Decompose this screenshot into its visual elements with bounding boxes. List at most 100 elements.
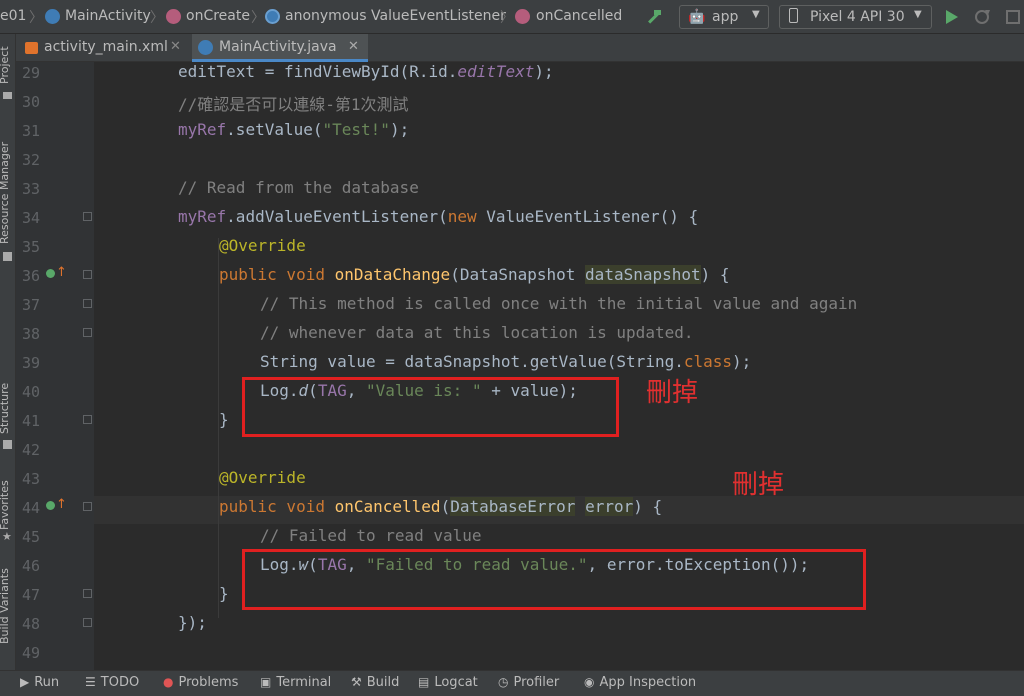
tab-activity-main-xml[interactable]: activity_main.xml ✕	[20, 34, 190, 62]
hammer-icon[interactable]	[645, 8, 663, 26]
breadcrumb-oncancelled[interactable]: onCancelled	[536, 8, 622, 24]
todo-icon: ☰	[85, 675, 96, 689]
line-number: 30	[21, 93, 40, 111]
tab-label: MainActivity.java	[219, 39, 337, 55]
device-select[interactable]: Pixel 4 API 30 ▼	[779, 5, 932, 29]
code-line-37: // This method is called once with the i…	[260, 294, 858, 313]
xml-file-icon	[25, 42, 38, 54]
tool-resource-manager[interactable]: Resource Manager	[0, 142, 11, 244]
line-number: 47	[21, 586, 40, 604]
device-icon	[789, 8, 798, 23]
breadcrumb-separator: 〉	[500, 10, 514, 26]
tool-run[interactable]: ▶ Run	[20, 675, 59, 690]
code-line-38: // whenever data at this location is upd…	[260, 323, 694, 342]
line-number: 38	[21, 325, 40, 343]
apply-changes-icon[interactable]	[973, 8, 991, 26]
tab-label: activity_main.xml	[44, 39, 168, 55]
method-icon	[166, 9, 181, 24]
resource-icon	[3, 252, 12, 261]
tab-mainactivity-java[interactable]: MainActivity.java ✕	[192, 34, 368, 62]
fold-icon[interactable]	[83, 270, 92, 279]
run-icon: ▶	[20, 675, 30, 689]
apply-code-changes-icon[interactable]	[1004, 8, 1022, 26]
build-icon: ⚒	[351, 675, 362, 689]
delete-annotation: 刪掉	[732, 470, 785, 500]
tool-window-bar: ▶ Run ☰ TODO ● Problems ▣ Terminal ⚒ Build ▤ L…	[0, 670, 1024, 696]
device-label: Pixel 4 API 30	[810, 9, 905, 25]
star-icon: ★	[2, 530, 12, 543]
fold-icon[interactable]	[83, 328, 92, 337]
override-marker-icon[interactable]	[46, 501, 55, 510]
tool-build[interactable]: ⚒ Build	[351, 675, 399, 690]
tool-terminal[interactable]: ▣ Terminal	[260, 675, 331, 690]
code-editor[interactable]: 29 30 31 32 33 34 35 36 37 38 39 40 41 4…	[16, 62, 1024, 670]
fold-icon[interactable]	[83, 618, 92, 627]
fold-icon[interactable]	[83, 299, 92, 308]
breadcrumb-separator: 〉	[251, 10, 265, 26]
chevron-down-icon: ▼	[914, 9, 922, 20]
breadcrumb-mainactivity[interactable]: MainActivity	[65, 8, 151, 24]
close-icon[interactable]: ✕	[170, 39, 181, 54]
line-number: 45	[21, 528, 40, 546]
line-number: 44	[21, 499, 40, 517]
arrow-up-icon: ↑	[56, 265, 67, 280]
run-config-label: app	[712, 9, 739, 25]
code-line-36: public void onDataChange(DataSnapshot da…	[219, 265, 730, 284]
app-inspection-icon: ◉	[584, 675, 595, 689]
chevron-down-icon: ▼	[752, 9, 760, 20]
line-number: 34	[21, 209, 40, 227]
tool-profiler[interactable]: ◷ Profiler	[498, 675, 559, 690]
delete-highlight-box	[242, 377, 619, 437]
tool-app-inspection[interactable]: ◉ App Inspection	[584, 675, 696, 690]
folder-icon	[3, 92, 12, 99]
left-tool-strip: Project Resource Manager Structure Favor…	[0, 34, 16, 670]
line-number: 37	[21, 296, 40, 314]
delete-highlight-box	[242, 549, 866, 610]
close-icon[interactable]: ✕	[348, 39, 359, 54]
line-number: 32	[21, 151, 40, 169]
code-line-41: }	[219, 410, 229, 429]
terminal-icon: ▣	[260, 675, 272, 689]
fold-icon[interactable]	[83, 415, 92, 424]
problems-icon: ●	[163, 675, 174, 689]
tool-build-variants[interactable]: Build Variants	[0, 568, 11, 644]
breadcrumb-separator: 〉	[150, 10, 164, 26]
tool-favorites[interactable]: Favorites	[0, 480, 11, 530]
tool-problems[interactable]: ● Problems	[163, 675, 238, 690]
line-number: 49	[21, 644, 40, 662]
line-number: 46	[21, 557, 40, 575]
fold-icon[interactable]	[83, 589, 92, 598]
code-line-44: public void onCancelled(DatabaseError er…	[219, 497, 663, 516]
breadcrumb-anonymous-listener[interactable]: anonymous ValueEventListener	[285, 8, 506, 24]
fold-icon[interactable]	[83, 502, 92, 511]
code-line-48: });	[178, 613, 207, 632]
code-line-45: // Failed to read value	[260, 526, 482, 545]
breadcrumb-project[interactable]: e01	[0, 8, 26, 24]
code-line-39: String value = dataSnapshot.getValue(Str…	[260, 352, 752, 371]
line-number: 43	[21, 470, 40, 488]
breadcrumb-separator: 〉	[29, 10, 43, 26]
code-line-34: myRef.addValueEventListener(new ValueEve…	[178, 207, 699, 226]
class-icon	[45, 9, 60, 24]
navigation-bar: e01 〉 MainActivity 〉 onCreate 〉 anonymou…	[0, 0, 1024, 34]
tool-project[interactable]: Project	[0, 46, 11, 84]
run-config-select[interactable]: 🤖 app ▼	[679, 5, 769, 29]
method-icon	[515, 9, 530, 24]
fold-icon[interactable]	[83, 212, 92, 221]
line-number: 29	[21, 64, 40, 82]
line-number: 48	[21, 615, 40, 633]
code-line-47: }	[219, 584, 229, 603]
profiler-icon: ◷	[498, 675, 509, 689]
tool-todo[interactable]: ☰ TODO	[85, 675, 139, 690]
breadcrumb-oncreate[interactable]: onCreate	[186, 8, 250, 24]
line-number: 35	[21, 238, 40, 256]
tool-logcat[interactable]: ▤ Logcat	[418, 675, 478, 690]
tool-structure[interactable]: Structure	[0, 383, 11, 434]
override-marker-icon[interactable]	[46, 269, 55, 278]
code-line-33: // Read from the database	[178, 178, 419, 197]
line-number: 40	[21, 383, 40, 401]
code-line-35: @Override	[219, 236, 306, 255]
line-number: 39	[21, 354, 40, 372]
line-number: 42	[21, 441, 40, 459]
run-icon[interactable]	[945, 9, 959, 25]
